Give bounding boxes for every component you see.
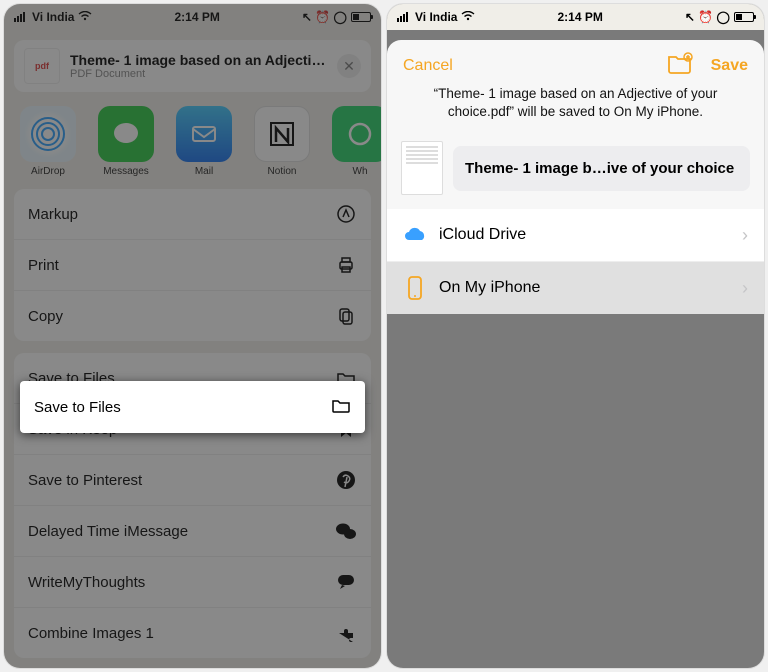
save-description: “Theme- 1 image based on an Adjective of… [387,85,764,133]
printer-icon [335,254,357,276]
action-label: Combine Images 1 [28,625,154,642]
messages-icon [98,106,154,162]
share-target-label: Mail [176,166,232,177]
clock: 2:14 PM [558,10,603,24]
action-label: WriteMyThoughts [28,574,145,591]
file-preview-card: pdf Theme- 1 image based on an Adjective… [14,40,371,92]
share-target-notion[interactable]: Notion [254,106,310,177]
action-save-pinterest[interactable]: Save to Pinterest [14,454,371,505]
notion-icon [254,106,310,162]
save-sheet: Cancel Save “Theme- 1 image based on an … [387,40,764,668]
document-thumbnail-icon [401,141,443,195]
chat-icon [335,520,357,542]
status-glyphs: ↖ ⏰ ◯ [685,10,730,24]
action-label: Save to Files [34,399,121,416]
mail-icon [176,106,232,162]
markup-icon [335,203,357,225]
cancel-button[interactable]: Cancel [403,57,453,75]
save-to-files-screen: Vi India 2:14 PM ↖ ⏰ ◯ Cancel Save “Them… [387,4,764,668]
share-target-mail[interactable]: Mail [176,106,232,177]
location-label: iCloud Drive [439,226,730,244]
action-label: Copy [28,308,63,325]
share-target-whatsapp[interactable]: Wh [332,106,381,177]
share-target-label: Wh [332,166,381,177]
action-print[interactable]: Print [14,239,371,290]
save-button[interactable]: Save [711,57,748,75]
action-copy[interactable]: Copy [14,290,371,341]
share-sheet-screen: Vi India 2:14 PM ↖ ⏰ ◯ pdf Theme- 1 imag… [4,4,381,668]
empty-area [387,314,764,668]
file-title: Theme- 1 image based on an Adjective… [70,52,327,68]
chevron-right-icon: › [742,225,748,246]
airdrop-icon [20,106,76,162]
action-label: Markup [28,206,78,223]
share-target-label: AirDrop [20,166,76,177]
action-label: Delayed Time iMessage [28,523,188,540]
pdf-thumbnail-icon: pdf [24,48,60,84]
wifi-icon [461,10,475,24]
share-sheet: pdf Theme- 1 image based on an Adjective… [4,4,381,668]
close-button[interactable]: ✕ [337,54,361,78]
status-bar: Vi India 2:14 PM ↖ ⏰ ◯ [387,4,764,30]
action-delayed-imessage[interactable]: Delayed Time iMessage [14,505,371,556]
folder-icon [331,395,351,419]
pinterest-icon [335,469,357,491]
carrier-label: Vi India [415,10,457,24]
location-label: On My iPhone [439,279,730,297]
share-target-label: Messages [98,166,154,177]
filename-row: Theme- 1 image b…ive of your choice [387,133,764,209]
chevron-right-icon: › [742,278,748,299]
highlighted-save-to-files[interactable]: Save to Files [20,381,365,433]
share-target-label: Notion [254,166,310,177]
filename-input[interactable]: Theme- 1 image b…ive of your choice [453,146,750,191]
icloud-icon [403,223,427,247]
location-icloud-drive[interactable]: iCloud Drive › [387,209,764,261]
share-apps-row: AirDrop Messages Mail Notion [4,100,381,185]
location-on-my-iphone[interactable]: On My iPhone › [387,261,764,314]
sheet-header: Cancel Save [387,40,764,85]
location-list: iCloud Drive › On My iPhone › [387,209,764,314]
thought-icon [335,571,357,593]
copy-icon [335,305,357,327]
action-label: Save to Pinterest [28,472,142,489]
new-folder-button[interactable] [667,52,693,79]
iphone-icon [403,276,427,300]
battery-icon [734,12,754,22]
share-target-airdrop[interactable]: AirDrop [20,106,76,177]
signal-icon [397,12,411,22]
whatsapp-icon [332,106,381,162]
action-writemythoughts[interactable]: WriteMyThoughts [14,556,371,607]
action-label: Print [28,257,59,274]
action-list-primary: Markup Print Copy [14,189,371,341]
share-target-messages[interactable]: Messages [98,106,154,177]
action-combine-images[interactable]: Combine Images 1 [14,607,371,658]
file-type: PDF Document [70,68,327,80]
puzzle-icon [335,622,357,644]
action-markup[interactable]: Markup [14,189,371,239]
